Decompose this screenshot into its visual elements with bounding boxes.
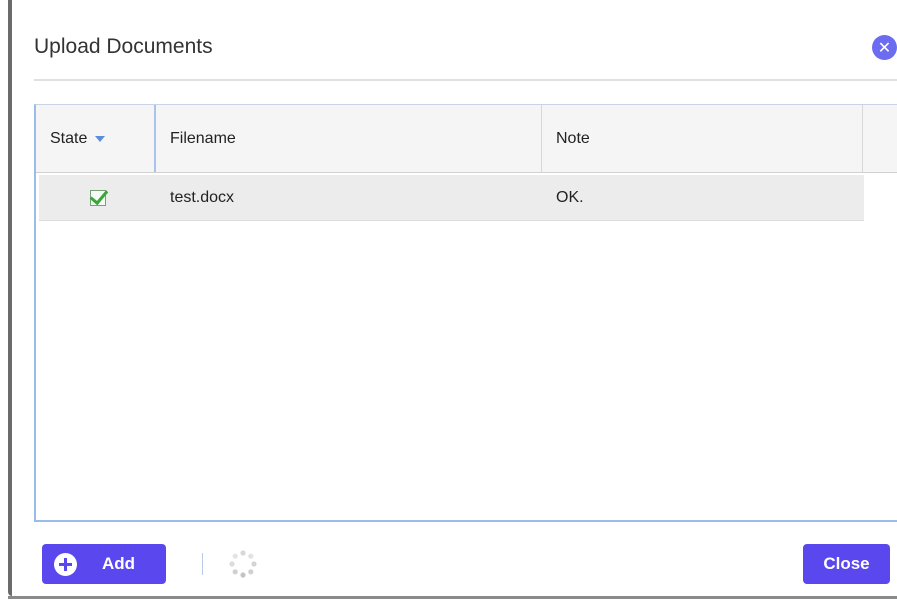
plus-circle-icon [54,553,77,576]
column-header-label: State [50,130,88,147]
column-header-label: Note [556,130,590,147]
note-cell: OK. [556,189,584,206]
column-header-note[interactable]: Note [542,105,863,172]
column-header-label: Filename [170,130,236,147]
toolbar-divider [202,553,203,575]
close-button[interactable]: Close [803,544,890,584]
spinner-icon [229,550,257,578]
documents-grid: State Filename Note test.docx OK. [34,104,897,522]
upload-dialog: Upload Documents ✕ State Filename Note t… [0,0,897,605]
column-header-filename[interactable]: Filename [156,105,542,172]
state-cell [39,175,156,221]
column-header-state[interactable]: State [36,105,156,172]
grid-header: State Filename Note [36,105,897,173]
title-divider [34,79,897,81]
close-circle-icon[interactable]: ✕ [872,35,897,60]
dialog-left-border [8,0,12,596]
add-button-label: Add [102,554,136,573]
add-button[interactable]: Add [42,544,166,584]
check-icon [89,190,106,206]
dialog-title: Upload Documents [34,35,213,58]
sort-desc-icon[interactable] [95,135,106,142]
column-header-filler [863,105,897,172]
dialog-bottom-border [8,596,897,599]
filename-cell: test.docx [170,189,235,206]
table-row[interactable]: test.docx OK. [39,175,864,221]
